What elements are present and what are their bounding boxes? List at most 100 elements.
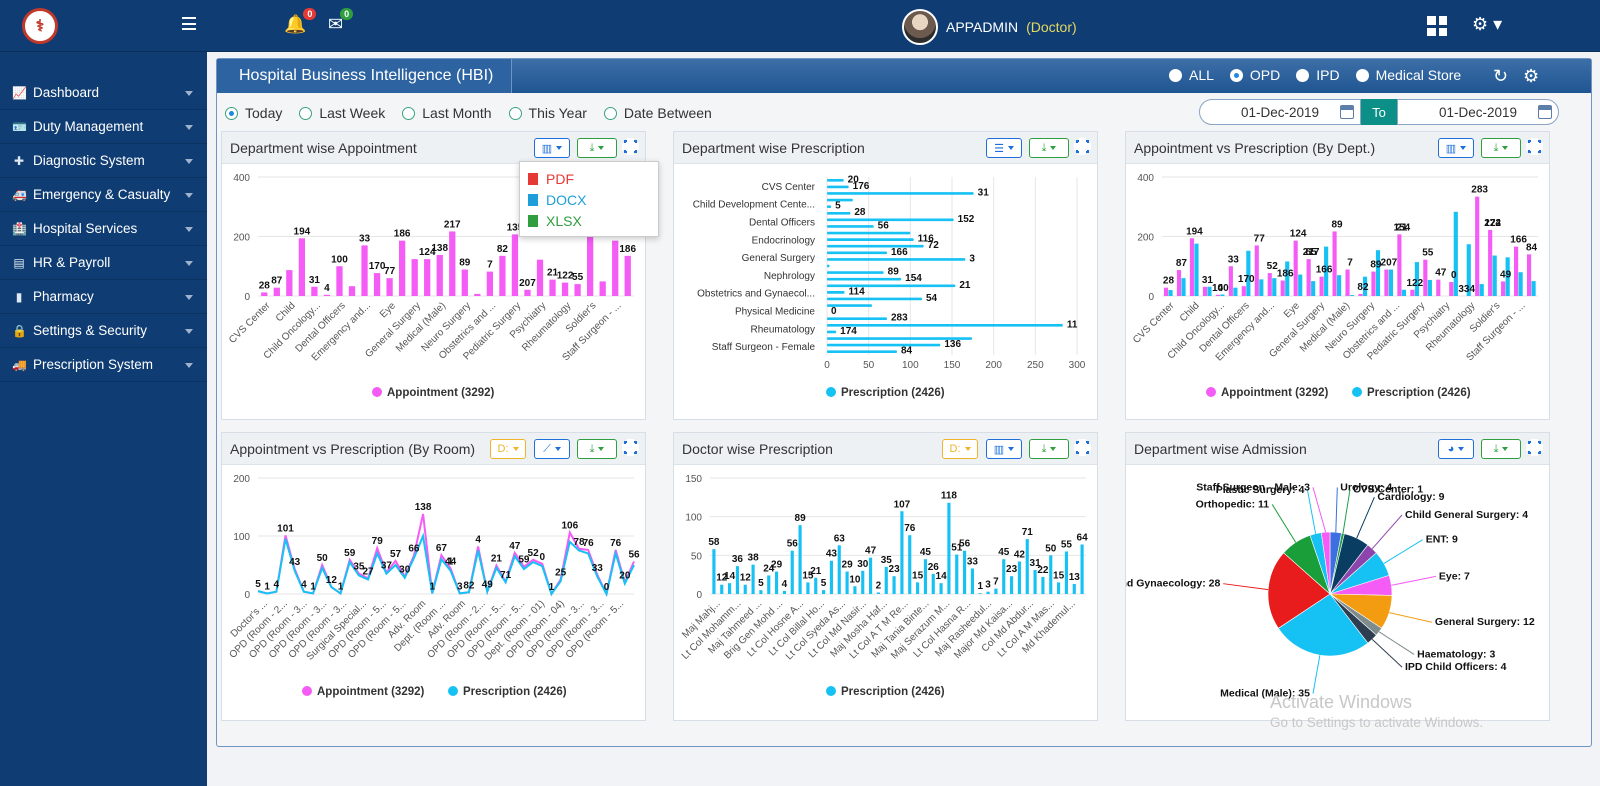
period-radio-this-year[interactable]: This Year bbox=[508, 105, 587, 121]
period-radio-last-week[interactable]: Last Week bbox=[299, 105, 385, 121]
download-button[interactable]: ⤓ bbox=[577, 138, 617, 158]
doctor-prescription-chart: 0501001505812143612385242945689152154363… bbox=[680, 474, 1088, 698]
bar bbox=[728, 583, 732, 594]
bar-appointment bbox=[1215, 294, 1220, 296]
menu-toggle-icon[interactable] bbox=[182, 17, 196, 30]
period-radio-date-between[interactable]: Date Between bbox=[603, 105, 712, 121]
refresh-icon[interactable]: ↻ bbox=[1493, 66, 1508, 87]
sidebar-item-label: Hospital Services bbox=[33, 221, 138, 236]
sidebar-item-prescription-system[interactable]: 🚚 Prescription System bbox=[0, 348, 207, 382]
expand-icon[interactable] bbox=[622, 439, 639, 456]
user-profile[interactable]: APPADMIN (Doctor) bbox=[902, 9, 1077, 45]
expand-icon[interactable] bbox=[622, 138, 639, 155]
data-label: 186 bbox=[1277, 269, 1294, 280]
hospital-icon: 🏥 bbox=[12, 221, 27, 236]
bar bbox=[411, 259, 418, 296]
data-label: 33 bbox=[1228, 254, 1240, 265]
data-label: 30 bbox=[857, 559, 869, 570]
department-filter-select[interactable]: D: bbox=[490, 439, 526, 459]
bar bbox=[612, 240, 619, 296]
id-card-icon: 🪪 bbox=[12, 119, 27, 134]
data-label: 152 bbox=[958, 214, 975, 225]
data-label: 76 bbox=[583, 538, 595, 549]
download-docx-item[interactable]: DOCX bbox=[528, 189, 658, 210]
panel-dept-admission: Department wise Admission ◕ ⤓ Urology: 4… bbox=[1125, 432, 1550, 721]
bar bbox=[827, 244, 924, 248]
sidebar-item-duty-management[interactable]: 🪪 Duty Management bbox=[0, 110, 207, 144]
data-label: 43 bbox=[826, 549, 838, 560]
bar bbox=[827, 317, 887, 321]
scope-radio-medical-store[interactable]: Medical Store bbox=[1355, 67, 1461, 83]
sidebar-item-hospital-services[interactable]: 🏥 Hospital Services bbox=[0, 212, 207, 246]
data-label: 7 bbox=[487, 260, 493, 271]
bar bbox=[1010, 576, 1014, 594]
bar-prescription bbox=[1388, 269, 1394, 296]
dashboard-settings-icon[interactable]: ⚙ bbox=[1523, 66, 1539, 87]
download-button[interactable]: ⤓ bbox=[1029, 138, 1069, 158]
chart-type-button[interactable]: ▥ bbox=[986, 439, 1022, 459]
bar bbox=[837, 545, 841, 594]
expand-icon[interactable] bbox=[1526, 439, 1543, 456]
sidebar-item-emergency-casualty[interactable]: 🚑 Emergency & Casualty bbox=[0, 178, 207, 212]
download-button[interactable]: ⤓ bbox=[1481, 138, 1521, 158]
chart-type-button[interactable]: ⟋ bbox=[534, 439, 570, 459]
chart-type-button[interactable]: ◕ bbox=[1438, 439, 1474, 459]
chevron-down-icon bbox=[185, 295, 193, 300]
sidebar-item-pharmacy[interactable]: ▮ Pharmacy bbox=[0, 280, 207, 314]
y-tick-label: Physical Medicine bbox=[735, 307, 815, 318]
calendar-icon[interactable] bbox=[1340, 105, 1354, 119]
settings-gear-icon[interactable]: ⚙ ▾ bbox=[1472, 14, 1502, 35]
data-label: 30 bbox=[399, 565, 411, 576]
bar-appointment bbox=[1345, 269, 1350, 296]
download-pdf-item[interactable]: PDF bbox=[528, 168, 658, 189]
data-label: 38 bbox=[748, 553, 760, 564]
notification-bell-icon[interactable]: 🔔 0 bbox=[284, 8, 317, 35]
chevron-down-icon bbox=[185, 261, 193, 266]
bar-prescription bbox=[1337, 275, 1342, 296]
expand-icon[interactable] bbox=[1074, 138, 1091, 155]
scope-radio-ipd[interactable]: IPD bbox=[1296, 67, 1340, 83]
sidebar-item-diagnostic-system[interactable]: ✚ Diagnostic System bbox=[0, 144, 207, 178]
doctor-filter-select[interactable]: D: bbox=[942, 439, 978, 459]
sidebar-item-dashboard[interactable]: 📈 Dashboard bbox=[0, 76, 207, 110]
data-label: 25 bbox=[555, 568, 567, 579]
date-from-field[interactable]: 01-Dec-2019 bbox=[1199, 99, 1361, 125]
download-button[interactable]: ⤓ bbox=[1481, 439, 1521, 459]
scope-radio-opd[interactable]: OPD bbox=[1229, 67, 1280, 83]
download-menu: PDF DOCX XLSX bbox=[519, 161, 659, 237]
expand-icon[interactable] bbox=[1526, 138, 1543, 155]
pie-label: Eye: 7 bbox=[1439, 570, 1470, 582]
expand-icon[interactable] bbox=[1074, 439, 1091, 456]
pie-leader-line bbox=[1356, 496, 1375, 539]
chart-type-button[interactable]: ▥ bbox=[534, 138, 570, 158]
bar bbox=[798, 525, 802, 594]
y-tick-label: Dental Officers bbox=[749, 218, 815, 229]
date-to-field[interactable]: 01-Dec-2019 bbox=[1397, 99, 1559, 125]
bar bbox=[361, 245, 368, 296]
messages-icon[interactable]: ✉ 0 bbox=[328, 8, 354, 35]
download-button[interactable]: ⤓ bbox=[1029, 439, 1069, 459]
chart-type-button[interactable]: ☰ bbox=[986, 138, 1022, 158]
data-label: 29 bbox=[771, 560, 783, 571]
period-radio-last-month[interactable]: Last Month bbox=[402, 105, 492, 121]
pie-label: Child General Surgery: 4 bbox=[1405, 509, 1528, 521]
period-radio-today[interactable]: Today bbox=[225, 105, 282, 121]
sidebar-item-settings-security[interactable]: 🔒 Settings & Security bbox=[0, 314, 207, 348]
panel-appointment-vs-prescription-dept: Appointment vs Prescription (By Dept.) ▥… bbox=[1125, 131, 1550, 420]
bar bbox=[1033, 570, 1037, 594]
bar bbox=[884, 566, 888, 594]
chart-type-button[interactable]: ▥ bbox=[1438, 138, 1474, 158]
data-label: 217 bbox=[444, 219, 461, 230]
scope-radio-all[interactable]: ALL bbox=[1169, 67, 1214, 83]
medkit-icon: ✚ bbox=[13, 153, 25, 168]
download-button[interactable]: ⤓ bbox=[577, 439, 617, 459]
pie-label: Orthopedic: 11 bbox=[1196, 498, 1270, 510]
apps-grid-icon[interactable] bbox=[1427, 16, 1447, 36]
bar-appointment bbox=[1514, 246, 1519, 296]
bar-appointment bbox=[1202, 286, 1207, 296]
dept-admission-pie-chart: Urology: 4CVS Center: 1Cardiology: 9Chil… bbox=[1126, 481, 1535, 699]
bar-prescription bbox=[1492, 255, 1497, 296]
sidebar-item-hr-payroll[interactable]: ▤ HR & Payroll bbox=[0, 246, 207, 280]
download-xlsx-item[interactable]: XLSX bbox=[528, 210, 658, 231]
calendar-icon[interactable] bbox=[1538, 105, 1552, 119]
